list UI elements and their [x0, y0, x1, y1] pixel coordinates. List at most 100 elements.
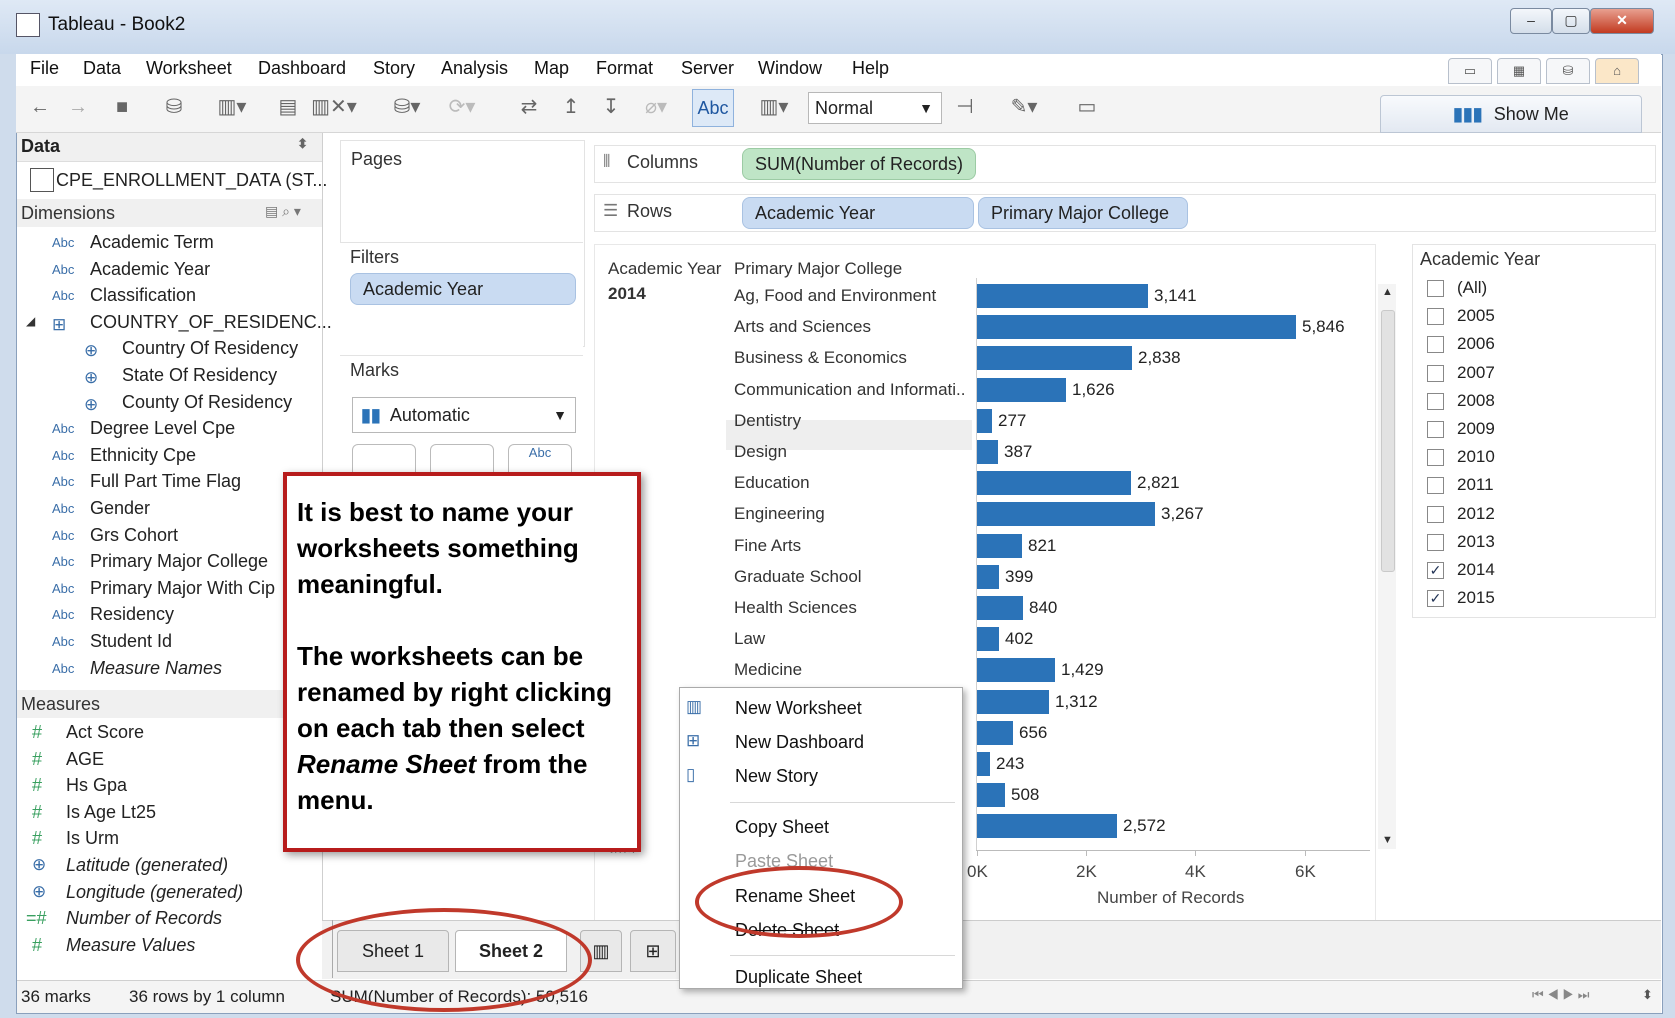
- checkbox[interactable]: [1427, 477, 1444, 495]
- menu-server[interactable]: Server: [681, 58, 734, 79]
- checkbox[interactable]: [1427, 308, 1444, 326]
- checkbox[interactable]: [1427, 449, 1444, 467]
- bar-mark[interactable]: [977, 814, 1117, 839]
- maximize-button[interactable]: ▢: [1552, 8, 1590, 34]
- checkbox-label[interactable]: 2015: [1457, 588, 1495, 608]
- menu-new-dashboard[interactable]: New Dashboard: [735, 732, 864, 753]
- checkbox[interactable]: [1427, 364, 1444, 382]
- checkbox[interactable]: [1427, 533, 1444, 551]
- measure-field[interactable]: Act Score: [66, 722, 144, 743]
- menu-worksheet[interactable]: Worksheet: [146, 58, 232, 79]
- columns-pill-sum-records[interactable]: SUM(Number of Records): [742, 148, 977, 180]
- rows-pill-academic-year[interactable]: Academic Year: [742, 197, 974, 229]
- collapse-icon[interactable]: ⬍: [297, 136, 308, 152]
- refresh-icon[interactable]: ⟳▾: [442, 92, 482, 122]
- menu-analysis[interactable]: Analysis: [441, 58, 508, 79]
- checkbox-label[interactable]: 2014: [1457, 560, 1495, 580]
- checkbox[interactable]: [1427, 421, 1444, 438]
- checkbox-label[interactable]: 2012: [1457, 504, 1495, 524]
- checkbox-label[interactable]: 2006: [1457, 334, 1495, 354]
- scroll-down-icon[interactable]: ▼: [1382, 834, 1393, 846]
- save-icon[interactable]: ■: [108, 92, 136, 122]
- redo-icon[interactable]: →: [64, 92, 92, 122]
- checkbox[interactable]: [1427, 336, 1444, 354]
- dimension-field[interactable]: Student Id: [90, 631, 172, 652]
- show-me-button[interactable]: ▮▮▮ Show Me: [1380, 95, 1642, 133]
- checkbox-label[interactable]: 2011: [1457, 475, 1494, 495]
- datasource-name[interactable]: CPE_ENROLLMENT_DATA (ST...: [56, 170, 327, 191]
- checkbox-label[interactable]: 2008: [1457, 391, 1495, 411]
- dimension-field[interactable]: Academic Year: [90, 259, 210, 280]
- home-icon[interactable]: ⌂: [1595, 58, 1639, 84]
- dimension-field[interactable]: Classification: [90, 285, 196, 306]
- sheet-navigation-icon[interactable]: ⏮ ◀ ▶ ⏭: [1532, 987, 1589, 1003]
- bar-mark[interactable]: [977, 564, 999, 589]
- group-members-icon[interactable]: ⌀▾: [634, 92, 678, 122]
- checkbox[interactable]: [1427, 505, 1444, 523]
- fit-dropdown[interactable]: Normal ▼: [808, 92, 942, 124]
- checkbox[interactable]: [1427, 392, 1444, 410]
- sort-descending-icon[interactable]: ↧: [596, 92, 626, 122]
- dimension-field[interactable]: Degree Level Cpe: [90, 418, 235, 439]
- bar-mark[interactable]: [977, 627, 999, 652]
- mark-type-dropdown[interactable]: ▮▮ Automatic ▼: [352, 397, 576, 433]
- dimension-field[interactable]: Country Of Residency: [122, 338, 298, 359]
- menu-window[interactable]: Window: [758, 58, 822, 79]
- dimension-field[interactable]: Primary Major With Cip: [90, 578, 275, 599]
- measure-field[interactable]: Is Urm: [66, 828, 119, 849]
- clear-sheet-icon[interactable]: ▥✕▾: [310, 92, 358, 122]
- expand-triangle-icon[interactable]: ◢: [26, 314, 35, 328]
- checkbox-label[interactable]: 2010: [1457, 447, 1495, 467]
- fix-axes-icon[interactable]: ⊣: [950, 92, 980, 122]
- checkbox-label[interactable]: 2007: [1457, 363, 1495, 383]
- dimension-field[interactable]: Full Part Time Flag: [90, 471, 241, 492]
- bar-mark[interactable]: [977, 720, 1013, 745]
- rows-pill-primary-major-college[interactable]: Primary Major College: [978, 197, 1188, 229]
- totals-icon[interactable]: ▥▾: [748, 92, 800, 122]
- measure-field[interactable]: Is Age Lt25: [66, 802, 156, 823]
- search-icon[interactable]: ▤ ⌕ ▾: [265, 203, 301, 220]
- bar-mark[interactable]: [977, 689, 1049, 714]
- dimension-field[interactable]: Grs Cohort: [90, 525, 178, 546]
- bar-mark[interactable]: [977, 377, 1066, 402]
- swap-rows-columns-icon[interactable]: ⇄: [514, 92, 544, 122]
- data-source-tab-icon[interactable]: ⛁: [1546, 58, 1590, 84]
- dimension-field[interactable]: Residency: [90, 604, 174, 625]
- checkbox-label[interactable]: 2013: [1457, 532, 1495, 552]
- close-button[interactable]: ✕: [1590, 8, 1654, 34]
- menu-help[interactable]: Help: [852, 58, 889, 79]
- undo-icon[interactable]: ←: [26, 92, 54, 122]
- checkbox[interactable]: ✓: [1427, 590, 1444, 608]
- dimension-field[interactable]: Gender: [90, 498, 150, 519]
- menu-data[interactable]: Data: [83, 58, 121, 79]
- measure-field[interactable]: Number of Records: [66, 908, 222, 929]
- sort-ascending-icon[interactable]: ↥: [556, 92, 586, 122]
- scroll-up-icon[interactable]: ▲: [1382, 286, 1393, 298]
- menu-file[interactable]: File: [30, 58, 59, 79]
- dimension-field[interactable]: Measure Names: [90, 658, 222, 679]
- bar-mark[interactable]: [977, 440, 998, 464]
- bar-mark[interactable]: [977, 408, 992, 433]
- pause-updates-icon[interactable]: ⛁▾: [384, 92, 430, 122]
- bar-mark[interactable]: [977, 315, 1296, 340]
- checkbox[interactable]: [1427, 280, 1444, 297]
- measure-field[interactable]: Hs Gpa: [66, 775, 127, 796]
- scrollbar-thumb[interactable]: [1381, 310, 1395, 572]
- checkbox[interactable]: ✓: [1427, 562, 1444, 579]
- status-menu-icon[interactable]: ⬍: [1642, 987, 1653, 1003]
- checkbox-label[interactable]: 2009: [1457, 419, 1495, 439]
- dimension-field[interactable]: Ethnicity Cpe: [90, 445, 196, 466]
- menu-dashboard[interactable]: Dashboard: [258, 58, 346, 79]
- measure-field[interactable]: AGE: [66, 749, 104, 770]
- checkbox-label[interactable]: (All): [1457, 278, 1487, 298]
- highlight-icon[interactable]: ✎▾: [1000, 92, 1048, 122]
- menu-copy-sheet[interactable]: Copy Sheet: [735, 817, 829, 838]
- measure-field[interactable]: Measure Values: [66, 935, 195, 956]
- show-mark-labels-button[interactable]: Abc: [692, 89, 734, 127]
- bar-mark[interactable]: [977, 596, 1023, 620]
- minimize-button[interactable]: –: [1510, 8, 1552, 34]
- menu-map[interactable]: Map: [534, 58, 569, 79]
- filter-pill-academic-year[interactable]: Academic Year: [350, 273, 576, 305]
- dimension-field[interactable]: Academic Term: [90, 232, 214, 253]
- dimension-field[interactable]: County Of Residency: [122, 392, 292, 413]
